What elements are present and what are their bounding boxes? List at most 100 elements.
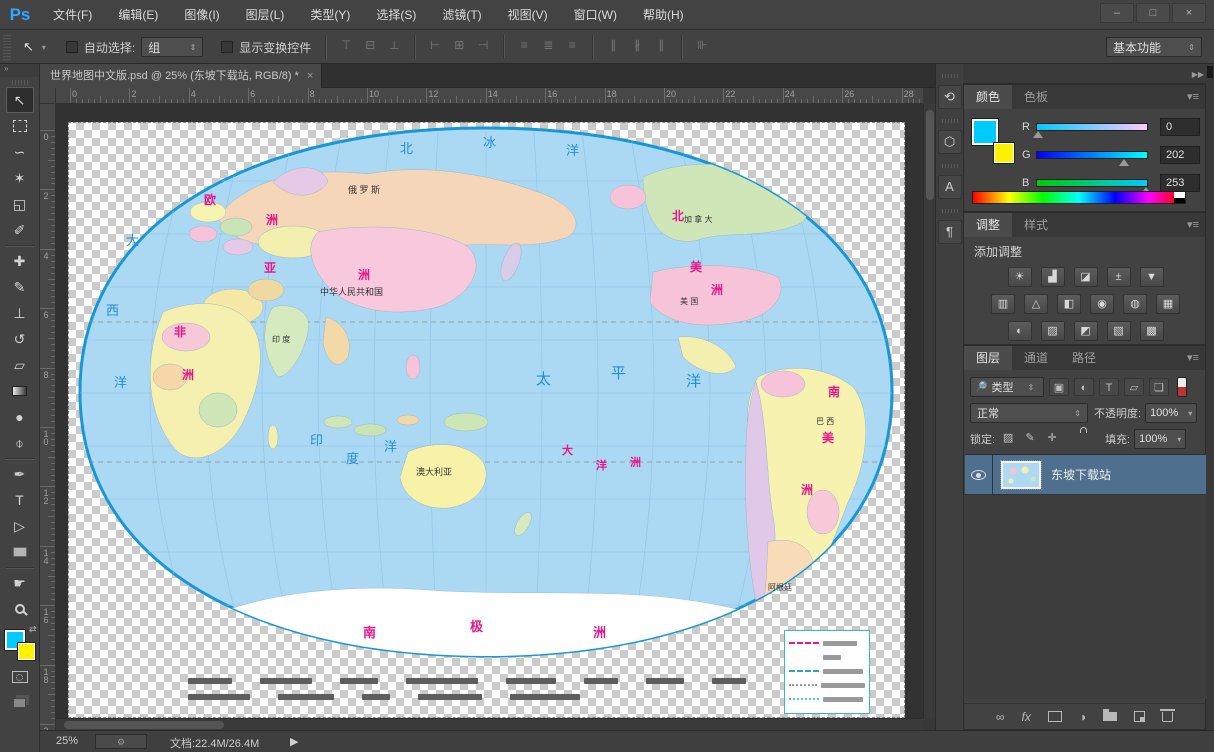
align-bottom-icon[interactable]: ⊥ xyxy=(384,35,404,55)
dock-grip[interactable] xyxy=(941,209,958,213)
hand-tool[interactable]: ☛ xyxy=(6,570,34,596)
delete-layer-icon[interactable] xyxy=(1160,708,1176,722)
auto-select-dropdown[interactable]: 组 ⇕ xyxy=(141,37,204,57)
align-right-icon[interactable]: ⊣ xyxy=(473,35,493,55)
channel-slider-track[interactable] xyxy=(1036,179,1148,187)
new-group-icon[interactable] xyxy=(1103,709,1118,721)
filter-pixel-icon[interactable]: ▣ xyxy=(1049,378,1069,396)
vertical-ruler[interactable]: 0246810121416182022 xyxy=(40,104,56,730)
spot-healing-brush-tool[interactable]: ✚ xyxy=(6,248,34,274)
color-balance-icon[interactable]: △ xyxy=(1024,294,1048,314)
scrollbar-thumb[interactable] xyxy=(64,721,224,729)
tab-channels[interactable]: 通道 xyxy=(1012,346,1060,370)
status-menu-arrow-icon[interactable]: ▶ xyxy=(290,735,298,748)
new-layer-icon[interactable] xyxy=(1134,711,1146,722)
magic-wand-tool[interactable]: ✶ xyxy=(6,165,34,191)
dock-handle[interactable] xyxy=(1207,66,1213,78)
layer-mask-icon[interactable] xyxy=(1047,711,1062,722)
maximize-button[interactable]: □ xyxy=(1136,3,1170,23)
levels-icon[interactable]: ▟ xyxy=(1040,267,1065,287)
posterize-icon[interactable]: ▨ xyxy=(1040,321,1065,341)
document-tab[interactable]: 世界地图中文版.psd @ 25% (东坡下载站, RGB/8) * × xyxy=(40,64,323,88)
history-panel-icon[interactable]: ⟲ xyxy=(937,85,962,109)
auto-align-icon[interactable]: ⊪ xyxy=(692,35,712,55)
vibrance-icon[interactable]: ▼ xyxy=(1139,267,1164,287)
path-selection-tool[interactable]: ▷ xyxy=(6,513,34,539)
exposure-icon[interactable]: ± xyxy=(1106,267,1131,287)
rectangular-marquee-tool[interactable] xyxy=(6,113,34,139)
invert-icon[interactable]: ◐ xyxy=(1007,321,1032,341)
filter-smartobject-icon[interactable]: ❏ xyxy=(1149,378,1169,396)
threshold-icon[interactable]: ◩ xyxy=(1073,321,1098,341)
lock-position-icon[interactable]: ✛ xyxy=(1043,430,1061,448)
blur-tool[interactable]: ● xyxy=(6,404,34,430)
panel-menu-icon[interactable]: ▾≡ xyxy=(1187,90,1199,103)
minimize-button[interactable]: – xyxy=(1100,3,1134,23)
zoom-tool[interactable] xyxy=(6,596,34,622)
panel-menu-icon[interactable]: ▾≡ xyxy=(1187,351,1199,364)
scrollbar-thumb[interactable] xyxy=(926,110,934,200)
channel-slider-track[interactable] xyxy=(1036,123,1148,131)
canvas-viewport[interactable]: 北冰洋大西洋太平洋印度洋欧洲亚洲非洲北美洲南美洲大洋洲南极洲俄 罗 斯中华人民共… xyxy=(56,104,923,718)
brightness-contrast-icon[interactable]: ☀ xyxy=(1007,267,1032,287)
filter-adjustment-icon[interactable]: ◐ xyxy=(1074,378,1094,396)
channel-value-field[interactable]: 253 xyxy=(1160,174,1200,192)
tab-styles[interactable]: 样式 xyxy=(1012,213,1060,237)
align-hcenter-icon[interactable]: ⊞ xyxy=(449,35,469,55)
align-left-icon[interactable]: ⊢ xyxy=(425,35,445,55)
type-tool[interactable]: T xyxy=(6,487,34,513)
character-panel-icon[interactable]: A xyxy=(937,175,962,199)
menu-滤镜T[interactable]: 滤镜(T) xyxy=(429,0,494,30)
horizontal-ruler[interactable]: 0 2 4 6 8 10 12 14 16 18 20 22 24 26 28 xyxy=(56,88,923,104)
color-lookup-icon[interactable]: ▦ xyxy=(1156,294,1180,314)
channel-mixer-icon[interactable]: ◍ xyxy=(1123,294,1147,314)
new-adjustment-layer-icon[interactable]: ◑ xyxy=(1079,710,1086,724)
options-grip[interactable] xyxy=(3,34,11,60)
menu-帮助H[interactable]: 帮助(H) xyxy=(630,0,697,30)
fill-dropdown[interactable]: 100% ▾ xyxy=(1134,429,1187,449)
crop-tool[interactable]: ◱ xyxy=(6,191,34,217)
panel-menu-icon[interactable]: ▾≡ xyxy=(1187,218,1199,231)
menu-视图V[interactable]: 视图(V) xyxy=(495,0,561,30)
dodge-tool[interactable]: ⌽ xyxy=(6,430,34,456)
lasso-tool[interactable]: ∽ xyxy=(6,139,34,165)
channel-slider-track[interactable] xyxy=(1036,151,1148,159)
tab-layers[interactable]: 图层 xyxy=(964,346,1013,370)
channel-value-field[interactable]: 0 xyxy=(1160,118,1200,136)
auto-select-checkbox[interactable] xyxy=(65,41,78,53)
distribute-left-icon[interactable]: ∥ xyxy=(603,35,623,55)
brush-tool[interactable]: ✎ xyxy=(6,274,34,300)
workspace-switcher[interactable]: 基本功能 ⇕ xyxy=(1106,37,1202,57)
foreground-color-swatch[interactable] xyxy=(971,118,999,146)
color-spectrum-ramp[interactable] xyxy=(972,191,1186,204)
lock-all-icon[interactable] xyxy=(1065,430,1083,448)
curves-icon[interactable]: ◪ xyxy=(1073,267,1098,287)
hue-saturation-icon[interactable]: ▥ xyxy=(991,294,1015,314)
dock-collapse-bar[interactable]: ◀◀ ▶▶ xyxy=(935,64,1214,84)
menu-图层L[interactable]: 图层(L) xyxy=(233,0,298,30)
align-top-icon[interactable]: ⊤ xyxy=(336,35,356,55)
tab-adjustments[interactable]: 调整 xyxy=(964,213,1013,237)
clone-stamp-tool[interactable]: ⊥ xyxy=(6,300,34,326)
screen-mode-button[interactable] xyxy=(6,690,34,716)
channel-slider-thumb[interactable] xyxy=(1033,131,1044,138)
blend-mode-dropdown[interactable]: 正常 ⇕ xyxy=(970,403,1088,423)
dock-grip[interactable] xyxy=(941,74,958,78)
properties-panel-icon[interactable]: ⬡ xyxy=(937,130,962,154)
link-layers-icon[interactable]: ∞ xyxy=(996,710,1005,724)
tool-preset-caret-icon[interactable]: ▾ xyxy=(42,43,46,52)
photo-filter-icon[interactable]: ◉ xyxy=(1090,294,1114,314)
distribute-vcenter-icon[interactable]: ≣ xyxy=(538,35,558,55)
pen-tool[interactable]: ✒ xyxy=(6,461,34,487)
collapse-right-icon[interactable]: ▶▶ xyxy=(1192,70,1204,79)
distribute-top-icon[interactable]: ≡ xyxy=(514,35,534,55)
distribute-bottom-icon[interactable]: ≡ xyxy=(562,35,582,55)
canvas-document[interactable]: 北冰洋大西洋太平洋印度洋欧洲亚洲非洲北美洲南美洲大洋洲南极洲俄 罗 斯中华人民共… xyxy=(68,122,905,718)
black-white-icon[interactable]: ◧ xyxy=(1057,294,1081,314)
selective-color-icon[interactable]: ▩ xyxy=(1139,321,1164,341)
channel-value-field[interactable]: 202 xyxy=(1160,146,1200,164)
menu-编辑E[interactable]: 编辑(E) xyxy=(105,0,171,30)
align-vcenter-icon[interactable]: ⊟ xyxy=(360,35,380,55)
filter-type-icon[interactable]: T xyxy=(1099,378,1119,396)
show-transform-checkbox[interactable] xyxy=(221,41,234,53)
